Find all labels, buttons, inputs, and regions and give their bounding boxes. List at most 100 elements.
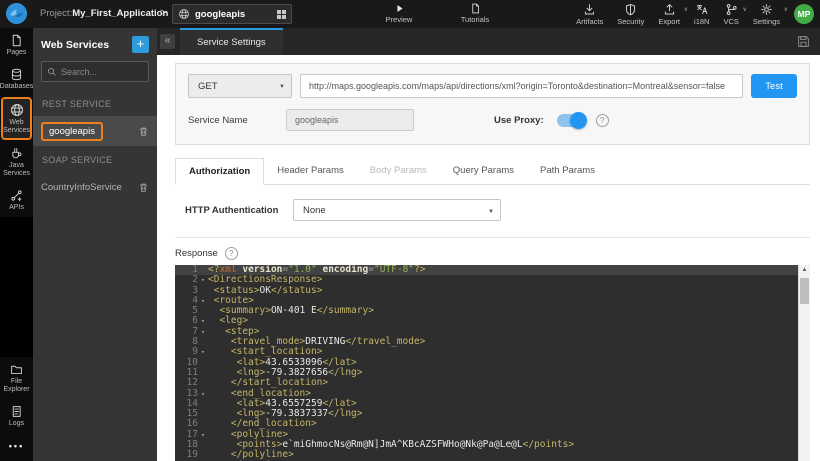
topbar-action-security[interactable]: Security <box>617 3 644 26</box>
sidebar-item-web-services[interactable]: Web Services <box>1 97 32 140</box>
globe-icon <box>178 8 190 20</box>
editor-scrollbar[interactable]: ▲ ▼ <box>798 265 810 461</box>
scroll-up-icon[interactable]: ▲ <box>799 265 810 276</box>
settings-gear-icon <box>760 3 773 16</box>
tab-query-params[interactable]: Query Params <box>440 158 527 185</box>
collapse-panel-button[interactable]: « <box>160 34 175 49</box>
breadcrumb-chevron-icon: > <box>160 7 167 19</box>
topbar-action-settings[interactable]: ∨ Settings <box>753 3 788 26</box>
wavemaker-logo-icon[interactable] <box>6 3 27 24</box>
vcs-branch-icon <box>725 3 738 16</box>
web-services-globe-icon <box>10 103 24 117</box>
code-text: <leg> <box>219 315 249 327</box>
play-icon <box>394 3 405 14</box>
tab-body-params: Body Params <box>369 165 427 176</box>
sidebar-item-pages[interactable]: Pages <box>0 28 33 62</box>
tab-path-params[interactable]: Path Params <box>527 158 608 185</box>
fold-arrow-icon[interactable]: ▾ <box>198 327 208 337</box>
java-services-coffee-icon <box>10 147 23 160</box>
document-tab-bar: « Service Settings <box>157 28 820 55</box>
topbar-action-i18n[interactable]: i18N <box>694 3 709 26</box>
code-line: 3 <status>OK</status> <box>175 285 798 296</box>
topbar-action-label: VCS <box>723 17 739 26</box>
tutorials-button[interactable]: Tutorials <box>452 3 498 24</box>
left-icon-rail: Pages Databases Web Services Java Services API… <box>0 28 33 461</box>
fold-arrow-icon[interactable]: ▾ <box>198 275 208 285</box>
topbar-action-vcs[interactable]: ∨ VCS <box>723 3 747 26</box>
service-tab-label: googleapis <box>195 8 246 20</box>
topbar-action-export[interactable]: ∨ Export <box>658 3 688 26</box>
code-line: 6 ▾ <leg> <box>175 315 798 327</box>
http-authentication-label: HTTP Authentication <box>185 204 279 216</box>
service-item-label: googleapis <box>41 121 138 141</box>
proxy-help-icon[interactable]: ? <box>595 113 609 127</box>
sidebar-item-label: Logs <box>8 420 25 427</box>
apis-icon <box>10 189 23 202</box>
fold-gutter <box>198 378 208 388</box>
service-item-googleapis[interactable]: googleapis <box>33 116 157 146</box>
chevron-down-icon: ∨ <box>742 7 747 13</box>
sidebar-item-databases[interactable]: Databases <box>0 62 33 96</box>
fold-arrow-icon[interactable]: ▾ <box>198 316 208 326</box>
sidebar-more-button[interactable]: ••• <box>0 433 33 461</box>
code-text: </polyline> <box>230 449 294 461</box>
request-url-input[interactable] <box>300 74 743 98</box>
open-service-tab[interactable]: googleapis <box>172 4 292 24</box>
sidebar-item-label: Web Services <box>3 119 30 134</box>
scrollbar-thumb[interactable] <box>800 278 809 304</box>
rail-spacer <box>0 217 33 357</box>
fold-arrow-icon[interactable]: ▾ <box>198 296 208 306</box>
search-input[interactable] <box>61 66 143 77</box>
use-proxy-label: Use Proxy: <box>494 114 544 126</box>
test-button[interactable]: Test <box>751 74 797 98</box>
topbar-action-label: Artifacts <box>576 17 604 26</box>
response-help-icon[interactable]: ? <box>224 247 238 260</box>
chevron-down-icon: ▼ <box>279 84 285 90</box>
fold-gutter <box>198 450 208 460</box>
apps-grid-icon[interactable] <box>277 9 286 19</box>
topbar-action-label: Security <box>617 17 645 26</box>
use-proxy-toggle[interactable] <box>556 111 587 129</box>
sidebar-item-apis[interactable]: APIs <box>0 183 33 217</box>
trash-icon[interactable] <box>138 126 149 137</box>
http-authentication-value: None <box>303 204 326 216</box>
fold-arrow-icon[interactable]: ▾ <box>198 389 208 399</box>
topbar-action-artifacts[interactable]: Artifacts <box>576 3 603 26</box>
service-item-countryinfoservice[interactable]: CountryInfoService <box>33 172 157 202</box>
service-section-title: SOAP SERVICE <box>42 155 113 165</box>
response-code-editor[interactable]: 1 <?xml version="1.0" encoding="UTF-8"?> 2… <box>175 265 810 461</box>
http-method-select[interactable]: GET ▼ <box>188 74 292 98</box>
service-section-title: REST SERVICE <box>42 99 112 109</box>
panel-title: Web Services <box>41 38 110 51</box>
main-area: « Service Settings GET ▼ Test Service Na… <box>157 28 820 461</box>
http-authentication-select[interactable]: None ▼ <box>293 199 501 221</box>
add-service-button[interactable]: + <box>132 36 149 53</box>
tab-authorization[interactable]: Authorization <box>175 158 265 185</box>
trash-icon[interactable] <box>138 182 149 193</box>
fold-arrow-icon[interactable]: ▾ <box>198 347 208 357</box>
service-search[interactable] <box>41 61 149 82</box>
service-name-label: Service Name <box>188 114 248 126</box>
project-breadcrumb[interactable]: Project:My_First_Application <box>40 0 168 28</box>
fold-gutter <box>198 265 208 275</box>
topbar-right-actions: Artifacts Security ∨ Export i18N ∨ VCS ∨ Setting… <box>576 3 788 26</box>
sidebar-item-label: Java Services <box>3 162 30 177</box>
save-icon[interactable] <box>797 35 810 48</box>
sidebar-item-java-services[interactable]: Java Services <box>0 141 33 183</box>
tab-header-params[interactable]: Header Params <box>264 158 357 185</box>
service-name-input[interactable] <box>286 109 414 131</box>
sidebar-item-file-explorer[interactable]: File Explorer <box>0 357 33 399</box>
sidebar-item-label: Pages <box>6 49 27 56</box>
authorization-tab-content: HTTP Authentication None ▼ <box>175 185 810 238</box>
tab-service-settings[interactable]: Service Settings <box>180 28 283 55</box>
sidebar-item-logs[interactable]: Logs <box>0 399 33 433</box>
param-tabs: Authorization Header Params Body Params Que… <box>175 157 810 185</box>
code-text: </end_location> <box>230 418 317 430</box>
response-label: Response <box>175 248 218 259</box>
fold-arrow-icon[interactable]: ▾ <box>198 430 208 440</box>
sidebar-item-label: File Explorer <box>3 378 30 393</box>
top-bar: Project:My_First_Application > googleapi… <box>0 0 820 28</box>
code-text: <summary>ON-401 E</summary> <box>219 305 374 317</box>
user-avatar[interactable]: MP <box>794 4 814 24</box>
preview-button[interactable]: Preview <box>376 3 422 24</box>
